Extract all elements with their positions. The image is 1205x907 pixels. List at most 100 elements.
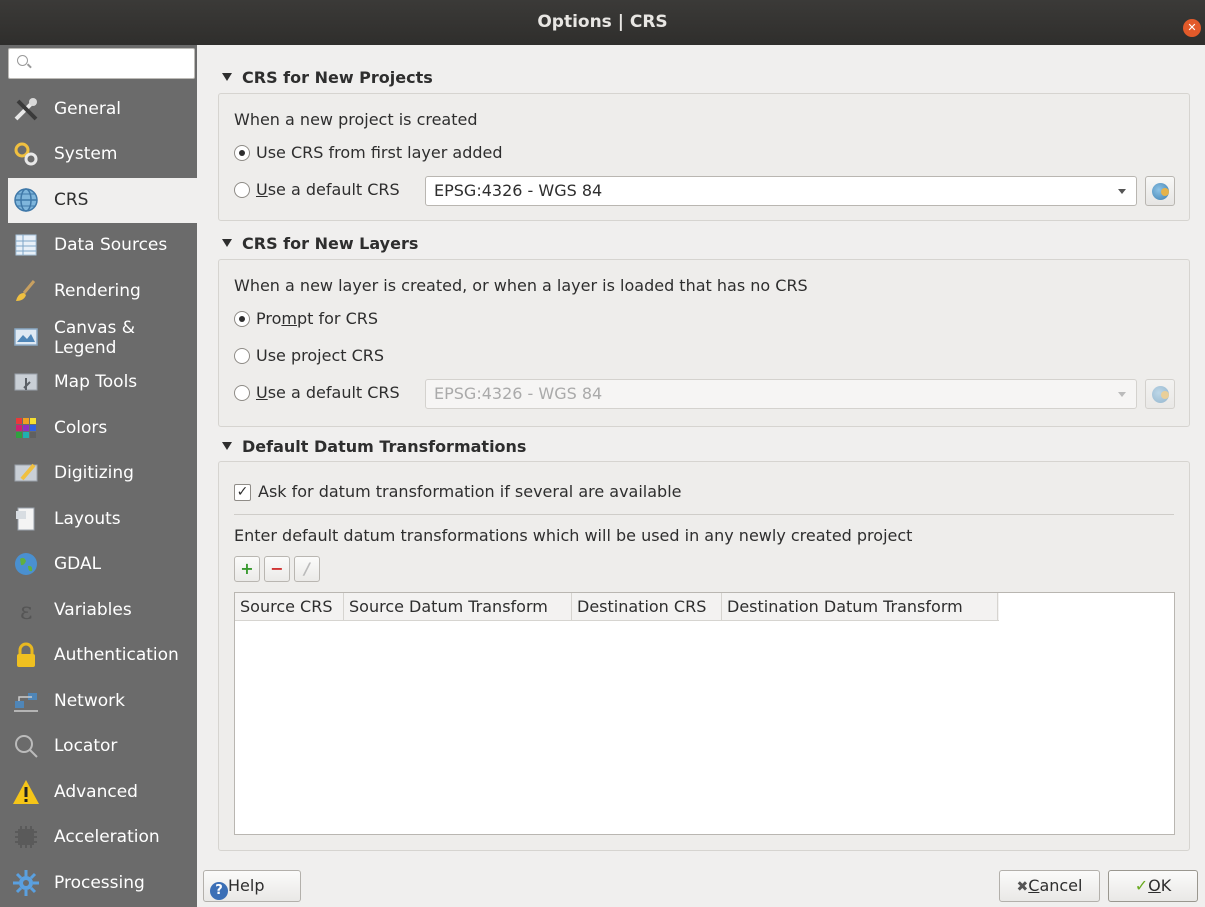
column-header[interactable]: Source CRS [235, 593, 344, 621]
sidebar-item-label: Layouts [54, 509, 121, 529]
group-layers: When a new layer is created, or when a l… [218, 259, 1190, 427]
section-header-layers[interactable]: CRS for New Layers [222, 234, 418, 253]
datum-table[interactable]: Source CRS Source Datum Transform Destin… [234, 592, 1175, 835]
sidebar-item-label: Rendering [54, 281, 141, 301]
column-header[interactable]: Destination Datum Transform [722, 593, 998, 621]
sidebar-item-colors[interactable]: Colors [8, 406, 197, 451]
section-header-projects[interactable]: CRS for New Projects [222, 68, 433, 87]
sidebar-item-map-tools[interactable]: Map Tools [8, 360, 197, 405]
radio-prompt-label[interactable]: Prompt for CRS [256, 309, 378, 328]
network-icon [14, 693, 38, 712]
gdal-globe-icon [15, 553, 37, 575]
epsilon-icon: ε [20, 597, 32, 624]
sidebar-item-network[interactable]: Network [8, 679, 197, 724]
sidebar-item-gdal[interactable]: GDAL [8, 542, 197, 587]
sidebar-item-layouts[interactable]: Layouts [8, 497, 197, 542]
divider [234, 514, 1174, 515]
radio-project-crs-label[interactable]: Use project CRS [256, 346, 384, 365]
edit-transform-button[interactable]: / [294, 556, 320, 582]
sidebar-item-variables[interactable]: ε Variables [8, 588, 197, 633]
sidebar-item-advanced[interactable]: Advanced [8, 770, 197, 815]
sidebar-item-label: Digitizing [54, 463, 134, 483]
layers-crs-select[interactable]: EPSG:4326 - WGS 84 [425, 379, 1137, 409]
layers-crs-selector-button[interactable] [1145, 379, 1175, 409]
sidebar-item-data-sources[interactable]: Data Sources [8, 223, 197, 268]
svg-text:ε: ε [20, 597, 32, 624]
map-tools-icon [14, 373, 38, 391]
ok-check-icon: ✓ [1134, 876, 1149, 895]
section-header-datum[interactable]: Default Datum Transformations [222, 437, 526, 456]
sidebar: General System CRS Data Sources Renderin… [0, 45, 197, 907]
sidebar-item-label: General [54, 99, 121, 119]
collapse-triangle-icon [222, 73, 232, 81]
radio-project-crs[interactable] [234, 348, 250, 364]
chevron-down-icon [1118, 189, 1126, 194]
processing-gear-icon [13, 870, 39, 896]
radio-layer-default-crs[interactable] [234, 385, 250, 401]
add-transform-button[interactable]: + [234, 556, 260, 582]
column-header[interactable]: Source Datum Transform [344, 593, 572, 621]
sidebar-item-digitizing[interactable]: Digitizing [8, 451, 197, 496]
sidebar-item-processing[interactable]: Processing [8, 861, 197, 906]
column-header[interactable]: Destination CRS [572, 593, 722, 621]
sidebar-item-label: CRS [54, 190, 89, 210]
digitizing-icon [14, 463, 38, 482]
radio-default-crs[interactable] [234, 182, 250, 198]
search-input[interactable] [8, 48, 195, 79]
title-bar: Options | CRS ✕ [0, 0, 1205, 45]
globe-icon [14, 188, 38, 212]
search-icon [17, 55, 28, 66]
sidebar-item-label: Authentication [54, 645, 179, 665]
sidebar-item-canvas-legend[interactable]: Canvas & Legend [8, 315, 197, 360]
sidebar-item-label: Acceleration [54, 827, 160, 847]
crs-selector-icon [1152, 386, 1169, 403]
table-header: Source CRS Source Datum Transform Destin… [235, 593, 999, 621]
collapse-triangle-icon [222, 442, 232, 450]
search-icon [15, 735, 38, 758]
chevron-down-icon [1118, 392, 1126, 397]
radio-layer-default-crs-label[interactable]: Use a default CRS [256, 383, 400, 402]
sidebar-item-system[interactable]: System [8, 132, 197, 177]
sidebar-item-label: Map Tools [54, 372, 138, 392]
group-projects: When a new project is created Use CRS fr… [218, 93, 1190, 221]
tools-icon [14, 98, 38, 121]
sidebar-item-label: Canvas & Legend [54, 318, 136, 358]
layers-intro: When a new layer is created, or when a l… [234, 276, 808, 295]
chip-icon [15, 826, 37, 848]
help-icon: ? [210, 882, 228, 900]
help-button[interactable]: ? Help [203, 870, 301, 902]
ok-button[interactable]: ✓OK [1108, 870, 1198, 902]
radio-prompt[interactable] [234, 311, 250, 327]
ask-datum-checkbox[interactable]: ✓ [234, 484, 251, 501]
radio-first-layer[interactable] [234, 145, 250, 161]
system-gears-icon [14, 142, 38, 166]
sidebar-item-authentication[interactable]: Authentication [8, 633, 197, 678]
remove-transform-button[interactable]: − [264, 556, 290, 582]
canvas-icon [14, 328, 38, 346]
main-panel: CRS for New Projects When a new project … [197, 45, 1205, 907]
radio-first-layer-label[interactable]: Use CRS from first layer added [256, 143, 503, 162]
datum-instructions: Enter default datum transformations whic… [234, 526, 913, 545]
table-icon [15, 234, 37, 256]
lock-icon [17, 642, 35, 667]
projects-crs-selector-button[interactable] [1145, 176, 1175, 206]
cancel-button[interactable]: ✖Cancel [999, 870, 1100, 902]
crs-selector-icon [1152, 183, 1169, 200]
sidebar-item-acceleration[interactable]: Acceleration [8, 815, 197, 860]
sidebar-item-label: GDAL [54, 554, 102, 574]
sidebar-item-label: System [54, 144, 118, 164]
radio-default-crs-label[interactable]: Use a default CRS [256, 180, 400, 199]
sidebar-item-locator[interactable]: Locator [8, 724, 197, 769]
close-icon[interactable]: ✕ [1183, 19, 1201, 37]
sidebar-item-label: Network [54, 691, 125, 711]
projects-intro: When a new project is created [234, 110, 478, 129]
warning-icon [13, 780, 39, 804]
sidebar-item-label: Locator [54, 736, 118, 756]
sidebar-item-general[interactable]: General [8, 87, 197, 132]
sidebar-item-label: Advanced [54, 782, 138, 802]
sidebar-item-crs[interactable]: CRS [8, 178, 197, 223]
ask-datum-label[interactable]: Ask for datum transformation if several … [258, 482, 682, 501]
cancel-icon: ✖ [1016, 879, 1029, 895]
sidebar-item-rendering[interactable]: Rendering [8, 269, 197, 314]
projects-crs-select[interactable]: EPSG:4326 - WGS 84 [425, 176, 1137, 206]
